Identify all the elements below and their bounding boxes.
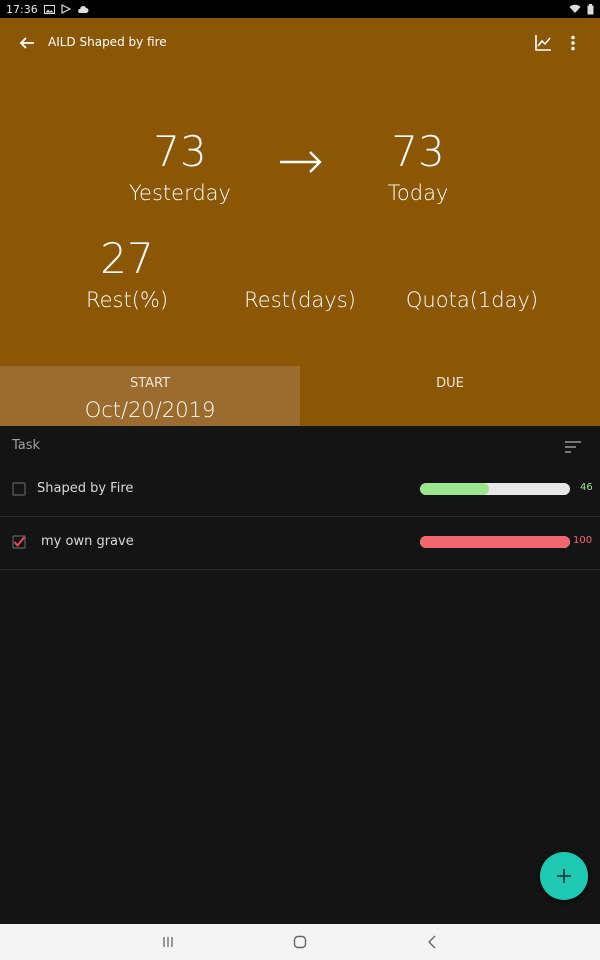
task-name: Shaped by Fire xyxy=(37,481,134,496)
recents-button[interactable] xyxy=(158,932,178,952)
sort-button[interactable] xyxy=(562,436,584,458)
task-name: my own grave xyxy=(41,534,134,549)
checkbox-checked-icon[interactable] xyxy=(12,535,26,549)
right-arrow-icon xyxy=(280,151,322,173)
sort-icon xyxy=(565,441,581,453)
start-date-value: Oct/20/2019 xyxy=(84,398,216,422)
task-progress-bar xyxy=(420,483,570,495)
page-title: AILD Shaped by fire xyxy=(48,35,167,49)
task-progress-fill xyxy=(420,536,570,548)
rest-percent-label: Rest(%) xyxy=(85,288,169,312)
due-date-tab[interactable]: DUE xyxy=(300,366,600,426)
today-label: Today xyxy=(387,181,449,205)
chart-button[interactable] xyxy=(532,32,554,54)
home-button[interactable] xyxy=(290,932,310,952)
today-value: 73 xyxy=(391,127,445,176)
task-progress-value: 46 xyxy=(580,482,593,493)
task-row[interactable]: Shaped by Fire 46 xyxy=(0,464,600,517)
back-arrow-icon xyxy=(19,37,34,49)
task-row[interactable]: my own grave 100 xyxy=(0,517,600,570)
chevron-left-icon xyxy=(428,935,436,949)
chart-icon xyxy=(535,35,551,51)
more-vert-icon xyxy=(571,35,575,51)
toolbar: AILD Shaped by fire xyxy=(0,18,600,66)
system-nav-bar xyxy=(0,924,600,960)
add-icon xyxy=(557,869,571,883)
task-list-header: Task xyxy=(0,426,600,466)
more-options-button[interactable] xyxy=(562,32,584,54)
task-progress-bar xyxy=(420,536,570,548)
start-label: START xyxy=(129,376,171,391)
yesterday-value: 73 xyxy=(153,127,207,176)
start-date-tab[interactable]: START Oct/20/2019 xyxy=(0,366,300,426)
due-label: DUE xyxy=(436,376,464,391)
back-nav-button[interactable] xyxy=(422,932,442,952)
task-header-label: Task xyxy=(12,438,41,453)
summary-panel: AILD Shaped by fire 73 Yesterday 73 Toda… xyxy=(0,18,600,366)
quota-label: Quota(1day) xyxy=(405,288,539,312)
wifi-icon xyxy=(569,4,581,14)
back-button[interactable] xyxy=(16,32,38,54)
add-task-button[interactable] xyxy=(540,852,588,900)
rest-days-label: Rest(days) xyxy=(244,288,356,312)
play-store-icon xyxy=(61,4,71,14)
rest-percent-value: 27 xyxy=(100,234,154,283)
yesterday-label: Yesterday xyxy=(129,181,231,205)
home-icon xyxy=(293,935,307,949)
status-time: 17:36 xyxy=(6,2,38,16)
battery-icon xyxy=(587,3,594,15)
cloud-icon xyxy=(77,5,89,14)
recents-icon xyxy=(163,937,173,947)
gallery-icon xyxy=(43,4,55,14)
status-bar: 17:36 xyxy=(0,0,600,18)
task-progress-fill xyxy=(420,483,489,495)
checkbox-unchecked-icon[interactable] xyxy=(12,482,26,496)
task-progress-value: 100 xyxy=(573,535,593,546)
